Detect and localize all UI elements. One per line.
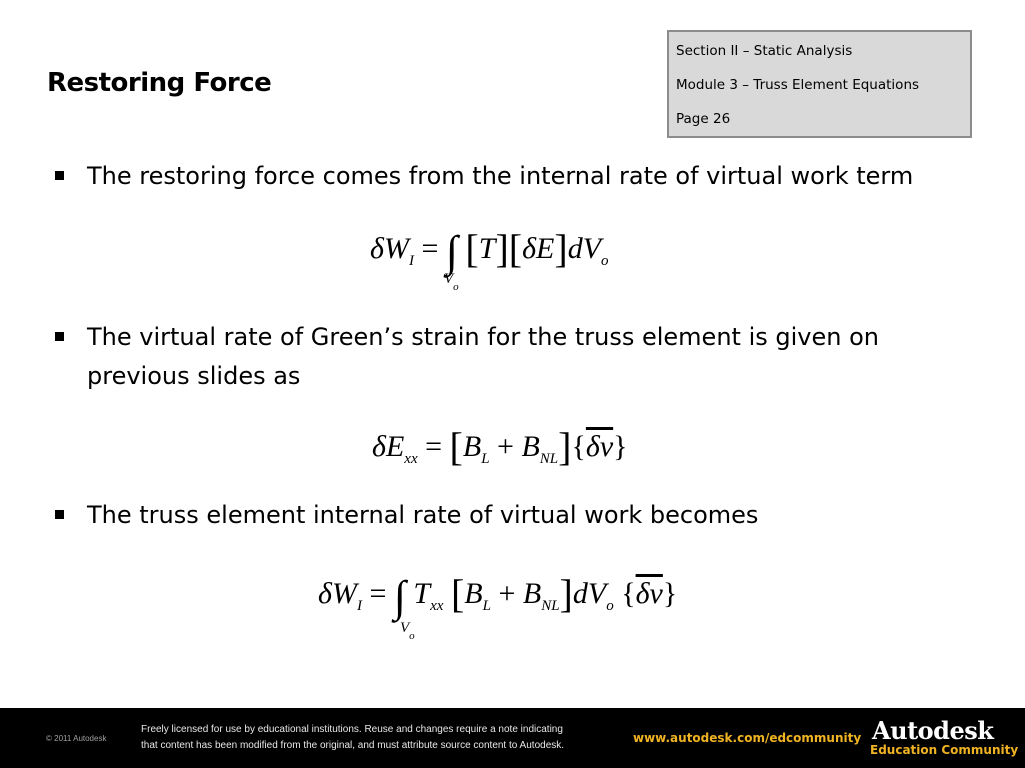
slide-title: Restoring Force [47, 68, 272, 98]
eq-sub: L [482, 598, 491, 614]
eq-term: δE [522, 232, 555, 265]
education-community-label: Education Community [870, 743, 1019, 757]
page-label: Page 26 [676, 111, 731, 127]
license-text: Freely licensed for use by educational i… [141, 722, 564, 754]
bullet-text: The virtual rate of Green’s strain for t… [87, 323, 879, 390]
eq-term: δW [318, 577, 357, 610]
eq-sign: = [421, 232, 439, 265]
eq-sub: o [409, 630, 415, 642]
eq-sign: = [369, 577, 387, 610]
integral-sign: ∫ [445, 227, 458, 276]
eq-sub: I [356, 598, 362, 614]
bullet-square-icon [55, 171, 64, 180]
eq-sub: xx [404, 451, 418, 467]
footer-bar: © 2011 Autodesk Freely licensed for use … [0, 708, 1025, 768]
eq-term: B [522, 577, 542, 610]
eq-sub: o [606, 598, 614, 614]
eq-sign: + [497, 430, 514, 463]
integral-limit: V [400, 620, 410, 636]
eq-term: B [521, 430, 540, 463]
eq-sign: = [425, 430, 443, 463]
equation-truss-virtual-work: δWI = ∫ Txx [BL + BNL]dVo {δv} Vo [318, 571, 678, 642]
license-line: that content has been modified from the … [141, 740, 565, 751]
integral-sign: ∫ [393, 572, 406, 621]
module-label: Module 3 – Truss Element Equations [676, 77, 920, 93]
eq-term: δv [635, 577, 663, 610]
eq-term: δW [370, 232, 409, 265]
bullet-text: The restoring force comes from the inter… [87, 162, 914, 190]
eq-term: B [464, 577, 483, 610]
eq-term: T [413, 577, 431, 610]
equation-green-strain: δExx = [BL + BNL]{δv} [372, 424, 628, 469]
eq-sub: o [453, 281, 459, 293]
license-line: Freely licensed for use by educational i… [141, 724, 563, 735]
bullet-item: The virtual rate of Green’s strain for t… [55, 318, 955, 396]
eq-term: dV [567, 232, 602, 265]
section-info-box: Section II – Static Analysis Module 3 – … [667, 30, 972, 138]
eq-sub: xx [430, 598, 444, 614]
bullet-text: The truss element internal rate of virtu… [87, 501, 759, 529]
eq-term: δE [372, 430, 405, 463]
eq-term: δv [585, 430, 614, 463]
integral-limit: V [444, 271, 454, 287]
bullet-item: The restoring force comes from the inter… [55, 157, 955, 196]
eq-term: T [478, 232, 496, 265]
eq-term: B [462, 430, 482, 463]
community-url-link[interactable]: www.autodesk.com/edcommunity [633, 731, 861, 745]
autodesk-logo: Autodesk [872, 716, 994, 745]
eq-sub: I [408, 253, 414, 269]
eq-term: dV [572, 577, 607, 610]
eq-sub: o [601, 253, 609, 269]
eq-sign: + [498, 577, 516, 610]
bullet-square-icon [55, 332, 64, 341]
copyright-text: © 2011 Autodesk [46, 734, 107, 743]
bullet-item: The truss element internal rate of virtu… [55, 496, 955, 535]
eq-sub: NL [539, 451, 559, 467]
equation-virtual-work: δWI = ∫ [T][δE]dVo Vo [370, 226, 609, 293]
bullet-square-icon [55, 510, 64, 519]
eq-sub: NL [541, 598, 560, 614]
eq-sub: L [481, 451, 490, 467]
section-label: Section II – Static Analysis [676, 43, 853, 59]
